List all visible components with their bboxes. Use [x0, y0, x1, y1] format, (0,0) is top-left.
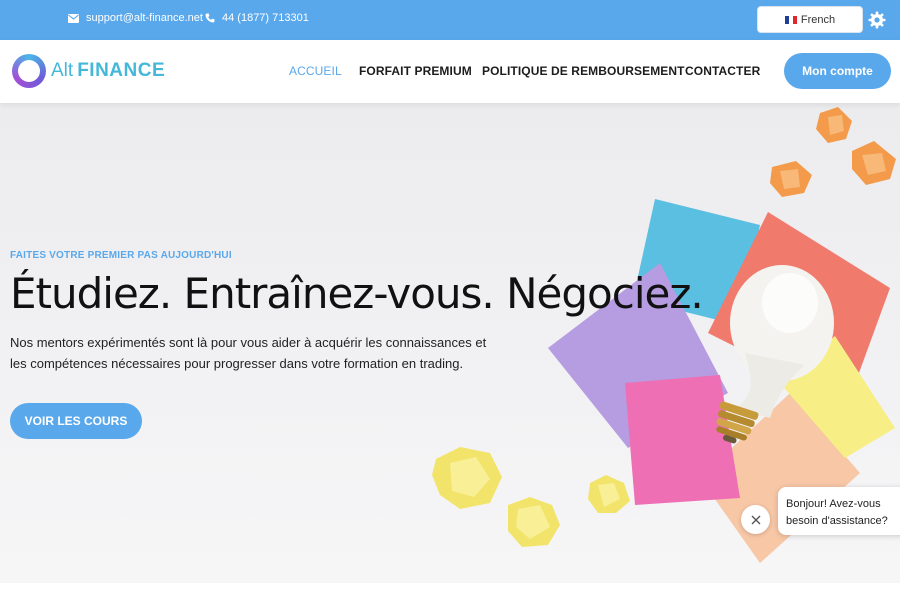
nav-item-forfait-premium[interactable]: FORFAIT PREMIUM [359, 64, 472, 78]
alt-finance-logo[interactable]: Alt FINANCE [12, 54, 165, 88]
gear-icon[interactable] [868, 11, 886, 29]
contact-phone-text: 44 (1877) 713301 [222, 12, 309, 24]
crumpled-paper-orange-1 [816, 107, 852, 143]
envelope-icon [68, 13, 79, 23]
hero-headline: Étudiez. Entraînez-vous. Négociez. [10, 269, 704, 318]
contact-email[interactable]: support@alt-finance.net [68, 12, 203, 24]
contact-phone[interactable]: 44 (1877) 713301 [205, 12, 309, 24]
chat-message-text: Bonjour! Avez-vous besoin d'assistance? [786, 498, 888, 527]
contact-email-text: support@alt-finance.net [86, 12, 203, 24]
chat-close-button[interactable] [741, 505, 770, 534]
main-navbar: Alt FINANCE ACCUEIL FORFAIT PREMIUM POLIT… [0, 40, 900, 103]
phone-icon [205, 13, 215, 23]
language-selector[interactable]: French [757, 6, 863, 33]
view-courses-button[interactable]: VOIR LES COURS [10, 403, 142, 439]
crumpled-paper-orange-3 [770, 161, 812, 197]
language-label: French [800, 13, 836, 26]
crumpled-paper-yellow-2 [508, 497, 560, 547]
close-icon [751, 515, 760, 524]
pink-note [625, 375, 740, 505]
logo-finance-text: FINANCE [77, 60, 166, 81]
hero-subtext: Nos mentors expérimentés sont là pour vo… [10, 335, 487, 371]
crumpled-paper-yellow-3 [588, 475, 630, 513]
nav-item-politique-remboursement[interactable]: POLITIQUE DE REMBOURSEMENT [482, 64, 685, 78]
french-flag-icon [784, 15, 797, 24]
nav-item-accueil[interactable]: ACCUEIL [289, 64, 342, 78]
nav-item-contacter[interactable]: CONTACTER [685, 64, 760, 78]
chat-message-bubble[interactable]: Bonjour! Avez-vous besoin d'assistance? [778, 487, 900, 535]
logo-alt-text: Alt [51, 60, 74, 81]
logo-text: Alt FINANCE [51, 60, 165, 82]
hero-eyebrow: FAITES VOTRE PREMIER PAS AUJOURD'HUI [10, 250, 232, 261]
top-bar: support@alt-finance.net 44 (1877) 713301… [0, 0, 900, 40]
logo-ring-icon [12, 54, 46, 88]
crumpled-paper-yellow-1 [432, 447, 502, 509]
page-bottom-strip [0, 583, 900, 600]
my-account-button[interactable]: Mon compte [784, 53, 891, 89]
crumpled-paper-orange-2 [852, 141, 896, 185]
